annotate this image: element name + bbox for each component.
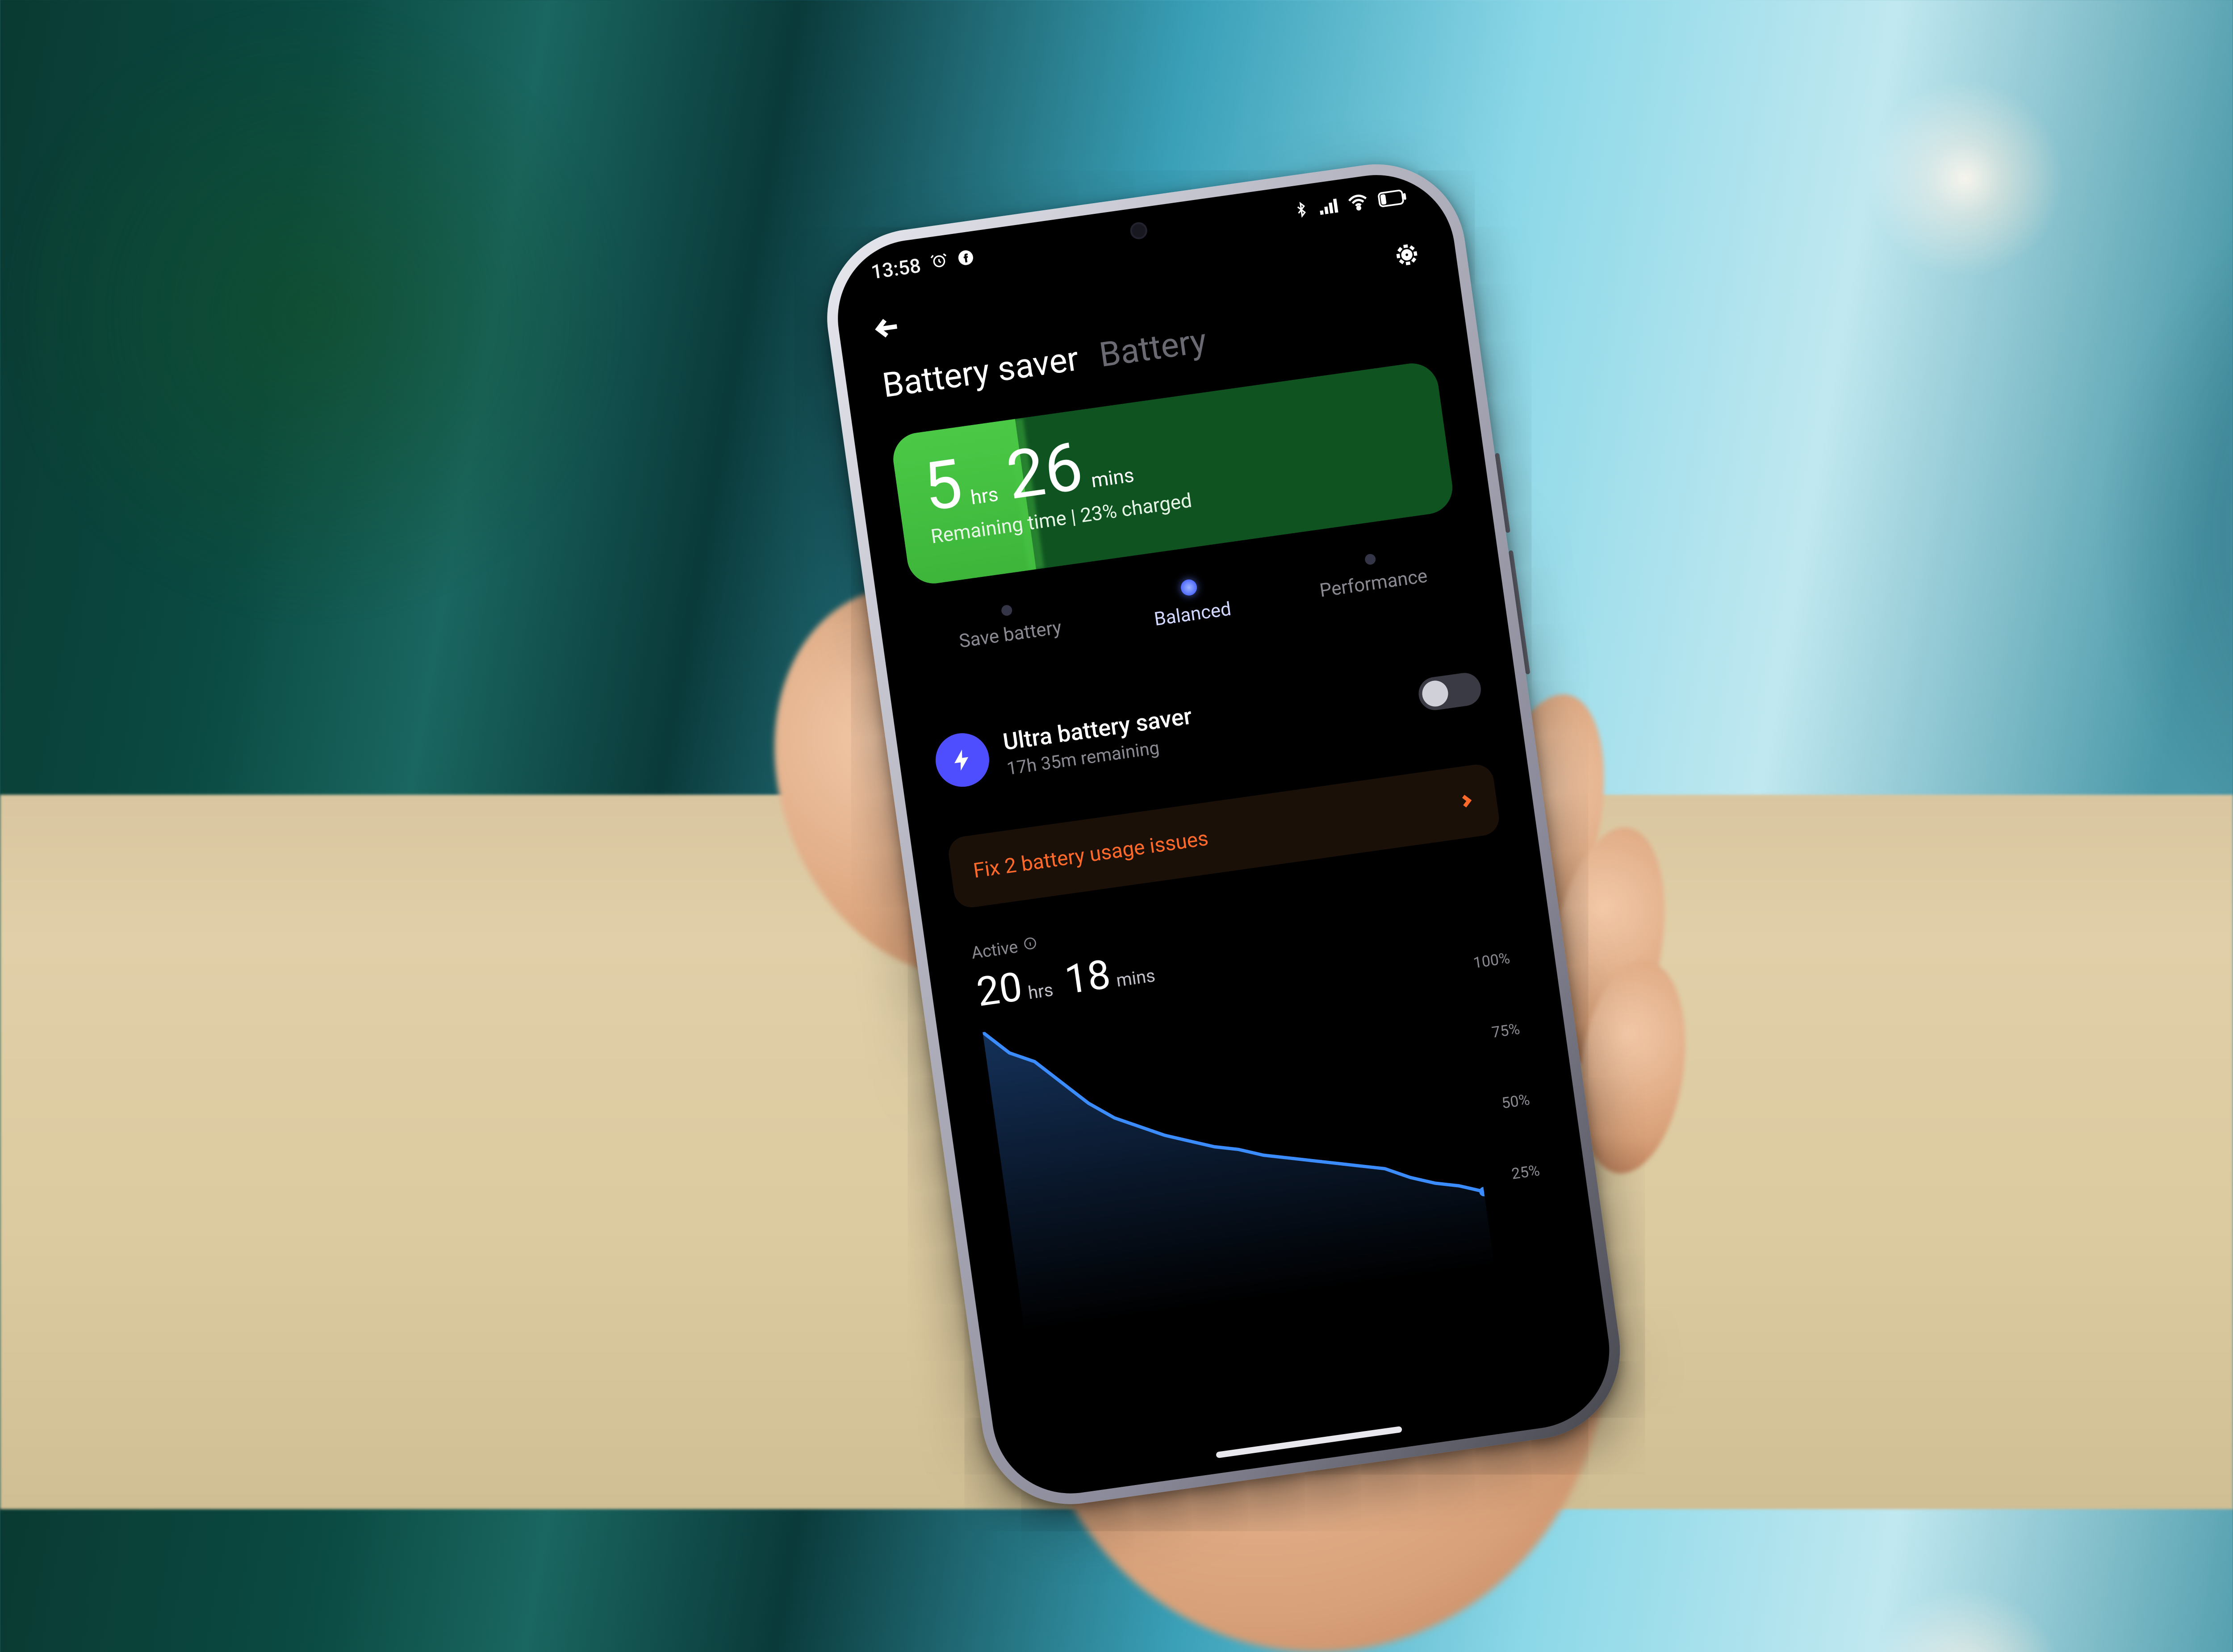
y-tick: 100% bbox=[1472, 949, 1511, 972]
mode-dot bbox=[1364, 553, 1376, 565]
mode-performance[interactable]: Performance bbox=[1279, 541, 1466, 607]
remaining-mins: 26 bbox=[1003, 433, 1087, 509]
active-label: Active bbox=[970, 937, 1019, 963]
mode-label: Save battery bbox=[958, 617, 1062, 653]
status-time: 13:58 bbox=[870, 254, 922, 284]
cellular-signal-icon bbox=[1317, 195, 1340, 221]
back-button[interactable] bbox=[873, 313, 903, 345]
toggle-knob bbox=[1421, 679, 1450, 709]
mode-dot bbox=[1180, 579, 1198, 597]
info-icon[interactable] bbox=[1022, 934, 1039, 956]
active-mins-unit: mins bbox=[1115, 965, 1156, 991]
active-mins: 18 bbox=[1062, 951, 1113, 1003]
battery-status-icon bbox=[1376, 186, 1409, 213]
chevron-right-icon bbox=[1457, 789, 1476, 815]
battery-usage-chart[interactable]: 100% 75% 50% 25% bbox=[983, 958, 1549, 1315]
remaining-hours-unit: hrs bbox=[969, 483, 999, 509]
facebook-notification-icon bbox=[956, 246, 975, 272]
wifi-icon bbox=[1346, 191, 1370, 217]
y-tick: 50% bbox=[1501, 1091, 1531, 1112]
tab-battery[interactable]: Battery bbox=[1097, 320, 1209, 375]
active-hours: 20 bbox=[974, 963, 1025, 1016]
mode-label: Balanced bbox=[1153, 598, 1232, 630]
mode-dot bbox=[1001, 604, 1013, 616]
mode-balanced[interactable]: Balanced bbox=[1097, 567, 1285, 638]
y-tick: 75% bbox=[1491, 1020, 1521, 1042]
remaining-hours: 5 bbox=[920, 450, 966, 521]
bluetooth-icon bbox=[1292, 199, 1311, 224]
settings-button[interactable] bbox=[1392, 240, 1422, 271]
active-hours-unit: hrs bbox=[1027, 979, 1054, 1003]
remaining-mins-unit: mins bbox=[1090, 463, 1136, 492]
chart-svg bbox=[983, 966, 1494, 1333]
mode-save-battery[interactable]: Save battery bbox=[916, 592, 1103, 658]
alarm-icon bbox=[929, 250, 950, 275]
y-tick: 25% bbox=[1510, 1161, 1541, 1183]
ultra-toggle[interactable] bbox=[1417, 671, 1483, 712]
mode-label: Performance bbox=[1318, 565, 1429, 602]
fix-label: Fix 2 battery usage issues bbox=[972, 826, 1210, 883]
lightning-bolt-icon bbox=[932, 730, 993, 790]
